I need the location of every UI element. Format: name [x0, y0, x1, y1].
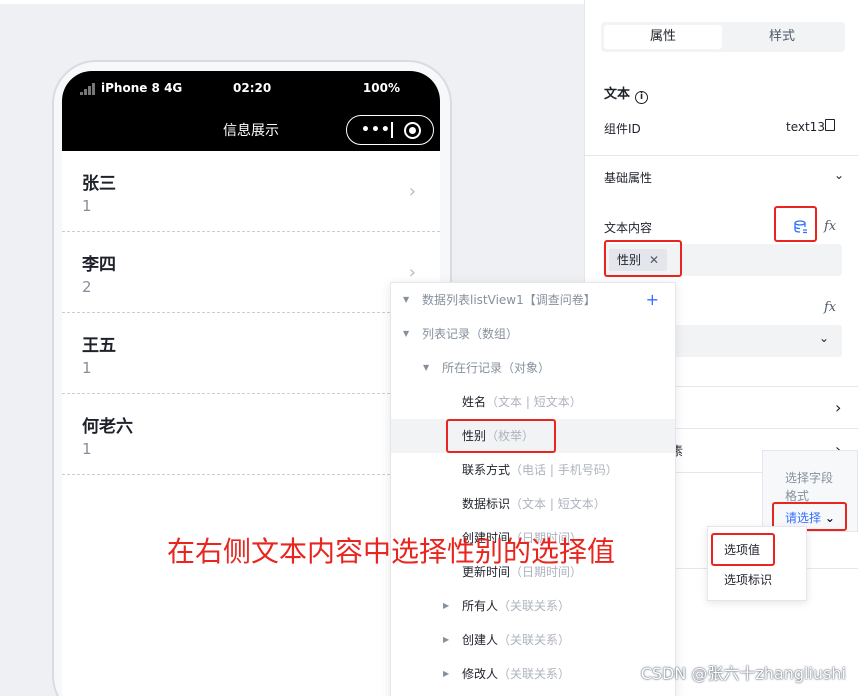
- tree-field-hint: （文本 | 短文本）: [486, 395, 582, 409]
- top-strip: [0, 0, 584, 4]
- device-name: iPhone 8 4G: [101, 81, 183, 95]
- capsule-separator: [391, 122, 393, 138]
- list-item-name: 李四: [82, 255, 116, 275]
- tab-properties[interactable]: 属性: [604, 25, 722, 49]
- divider: [585, 155, 858, 156]
- tree-root-label: 数据列表listView1【调查问卷】: [422, 293, 596, 307]
- tree-records-label: 列表记录（数组）: [422, 327, 519, 341]
- tree-field-name: 数据标识: [462, 497, 511, 511]
- highlight-box: [604, 240, 682, 277]
- info-icon[interactable]: i: [635, 91, 649, 104]
- phone-screen: iPhone 8 4G 02:20 100% 信息展示 ••• 张三 1 › 李…: [62, 71, 440, 696]
- tab-style[interactable]: 样式: [723, 25, 841, 49]
- tree-field-hint: （文本 | 短文本）: [510, 497, 606, 511]
- chevron-right-icon: ›: [408, 181, 416, 202]
- panel-tabs: 属性 样式: [601, 22, 845, 52]
- formula-icon[interactable]: fx: [824, 219, 836, 234]
- component-id-label: 组件ID: [604, 122, 641, 136]
- formula-icon[interactable]: fx: [824, 300, 836, 315]
- close-target-icon[interactable]: [404, 122, 421, 139]
- more-icon[interactable]: •••: [361, 122, 391, 138]
- list-item[interactable]: 王五 1: [62, 313, 440, 394]
- tree-field-name: 联系方式: [462, 463, 511, 477]
- highlight-box: [774, 206, 817, 242]
- tree-relation-name: 修改人: [462, 667, 499, 681]
- status-bar: iPhone 8 4G 02:20 100%: [62, 81, 440, 97]
- list-item[interactable]: 何老六 1: [62, 394, 440, 475]
- annotation-text: 在右侧文本内容中选择性别的选择值: [167, 535, 616, 568]
- chevron-down-icon[interactable]: ⌄: [834, 168, 844, 182]
- caret-down-icon[interactable]: ▼: [423, 351, 429, 385]
- tree-field-name: 姓名: [462, 395, 487, 409]
- tree-relation-name: 所有人: [462, 599, 499, 613]
- caret-right-icon[interactable]: ▶: [443, 623, 449, 657]
- caret-down-icon[interactable]: ▼: [403, 317, 409, 351]
- tree-relation[interactable]: ▶ 修改人（关联关系）: [391, 657, 675, 691]
- list-item-value: 1: [82, 197, 92, 215]
- tree-field[interactable]: 联系方式（电话 | 手机号码）: [391, 453, 675, 487]
- caret-down-icon[interactable]: ▼: [403, 283, 409, 317]
- tree-relation[interactable]: ▶ 创建人（关联关系）: [391, 623, 675, 657]
- list-item-name: 何老六: [82, 417, 133, 437]
- tree-relation[interactable]: ▶ 所有人（关联关系）: [391, 589, 675, 623]
- watermark: CSDN @张六十zhangliushi: [640, 664, 846, 683]
- tree-relation-hint: （关联关系）: [498, 599, 571, 613]
- status-time: 02:20: [233, 81, 272, 95]
- tree-current-label: 所在行记录（对象）: [442, 361, 551, 375]
- copy-icon[interactable]: [825, 119, 835, 131]
- list-item[interactable]: 张三 1 ›: [62, 151, 440, 232]
- list-item-name: 张三: [82, 174, 116, 194]
- tree-field[interactable]: 数据标识（文本 | 短文本）: [391, 487, 675, 521]
- option-identifier[interactable]: 选项标识: [724, 571, 772, 588]
- phone-header: iPhone 8 4G 02:20 100% 信息展示 •••: [62, 71, 440, 151]
- text-content-label: 文本内容: [604, 221, 653, 235]
- tree-records[interactable]: ▼ 列表记录（数组）: [391, 317, 675, 351]
- tree-root[interactable]: ▼ 数据列表listView1【调查问卷】 +: [391, 283, 675, 317]
- chevron-right-icon: ›: [408, 262, 416, 283]
- battery-level: 100%: [362, 81, 400, 95]
- tree-relation-hint: （关联关系）: [498, 667, 571, 681]
- highlight-box: [711, 533, 775, 566]
- component-type-label: 文本: [604, 87, 631, 102]
- list-item-value: 1: [82, 440, 92, 458]
- format-title-1: 选择字段: [785, 471, 834, 485]
- caret-right-icon[interactable]: ▶: [443, 589, 449, 623]
- section-basic-title[interactable]: 基础属性: [604, 169, 652, 186]
- list-item[interactable]: 李四 2 ›: [62, 232, 440, 313]
- tree-relation-name: 创建人: [462, 633, 499, 647]
- caret-right-icon[interactable]: ▶: [443, 657, 449, 691]
- tree-field[interactable]: 姓名（文本 | 短文本）: [391, 385, 675, 419]
- chevron-right-icon[interactable]: ›: [835, 398, 841, 417]
- list-item-value: 2: [82, 278, 92, 296]
- list-item-name: 王五: [82, 336, 116, 356]
- capsule-menu[interactable]: •••: [346, 115, 434, 145]
- field-tree-dropdown: ▼ 数据列表listView1【调查问卷】 + ▼ 列表记录（数组） ▼ 所在行…: [390, 282, 676, 696]
- tree-current-record[interactable]: ▼ 所在行记录（对象）: [391, 351, 675, 385]
- component-id-value: text13: [786, 120, 825, 134]
- list-item-value: 1: [82, 359, 92, 377]
- add-icon[interactable]: +: [646, 283, 659, 317]
- signal-icon: [80, 83, 98, 95]
- component-type: 文本 i: [604, 83, 649, 104]
- tree-relation-hint: （关联关系）: [498, 633, 571, 647]
- tree-field-hint: （电话 | 手机号码）: [510, 463, 618, 477]
- highlight-box: [446, 419, 556, 453]
- chevron-down-icon[interactable]: ⌄: [819, 331, 829, 345]
